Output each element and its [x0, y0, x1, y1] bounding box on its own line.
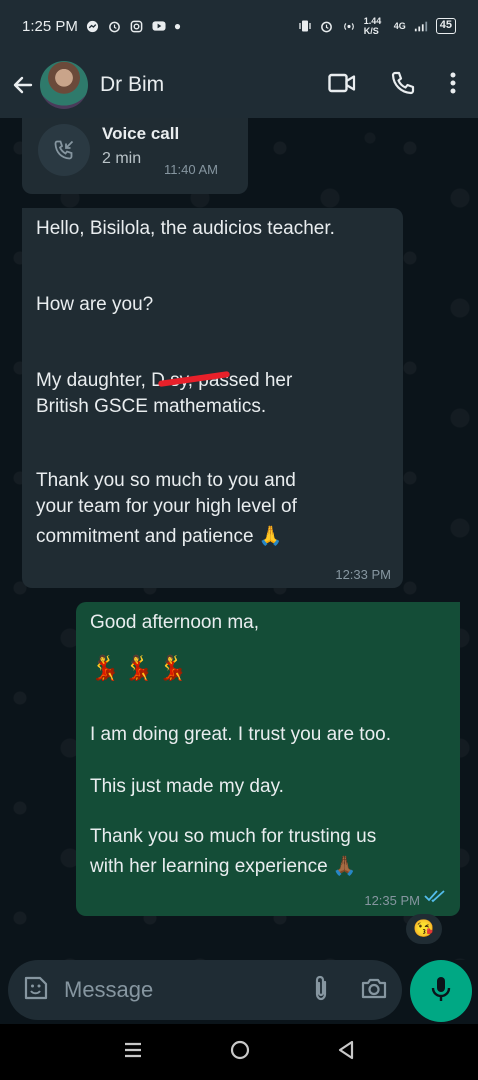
alarm-status-icon [320, 19, 334, 33]
contact-name[interactable]: Dr Bim [100, 73, 164, 97]
reaction-badge[interactable]: 😘 [406, 914, 442, 944]
network-type: 4G [393, 21, 406, 31]
message-line: I am doing great. I trust you are too. [90, 724, 391, 745]
message-input[interactable] [64, 977, 274, 1003]
outgoing-message[interactable]: Good afternoon ma, 💃 💃 💃 I am doing grea… [76, 602, 460, 916]
message-line: Good afternoon ma, [90, 612, 259, 633]
message-line: Hello, Bisilola, the audicios teacher. [36, 218, 335, 239]
camera-icon[interactable] [360, 976, 388, 1005]
video-call-icon[interactable] [328, 72, 356, 99]
missed-call-icon [38, 124, 90, 176]
notification-dot-icon: ● [173, 19, 182, 33]
dancer-emoji-row: 💃 💃 💃 [90, 654, 188, 683]
dancer-icon: 💃 [90, 655, 120, 682]
message-input-bar [0, 960, 478, 1024]
recent-apps-icon[interactable] [123, 1041, 143, 1064]
chat-header: Dr Bim [0, 52, 478, 118]
microphone-icon [430, 975, 452, 1008]
message-line: your team for your high level of [36, 496, 297, 517]
call-title: Voice call [102, 124, 180, 143]
call-time: 11:40 AM [164, 162, 218, 177]
message-time: 12:33 PM [335, 567, 391, 582]
call-duration: 2 min [102, 150, 142, 167]
signal-icon [414, 19, 428, 33]
dancer-icon: 💃 [123, 655, 154, 682]
message-line: British GSCE mathematics. [36, 396, 267, 417]
dancer-icon: 💃 [157, 655, 188, 682]
microphone-button[interactable] [410, 960, 472, 1022]
back-nav-icon[interactable] [337, 1040, 355, 1065]
message-line: commitment and patience 🙏 [36, 526, 283, 547]
status-bar: 1:25 PM ● 1.44 K/S 4G 45 [0, 0, 478, 52]
youtube-icon [152, 19, 166, 33]
chat-area[interactable]: Voice call 2 min 11:40 AM Hello, Bisilol… [0, 118, 478, 960]
message-line: This just made my day. [90, 776, 284, 797]
vibrate-icon [298, 19, 312, 33]
back-arrow-icon[interactable] [10, 72, 36, 98]
message-line: with her learning experience 🙏🏾 [90, 856, 357, 877]
hotspot-icon [342, 19, 356, 33]
phone-call-icon[interactable] [390, 70, 416, 101]
voice-call-log[interactable]: Voice call 2 min 11:40 AM [22, 118, 248, 194]
home-icon[interactable] [229, 1039, 251, 1066]
message-line: How are you? [36, 294, 154, 315]
sticker-icon[interactable] [22, 974, 50, 1007]
attach-icon[interactable] [312, 974, 330, 1007]
system-nav-bar [0, 1024, 478, 1080]
message-input-pill [8, 960, 402, 1020]
net-speed: 1.44 K/S [363, 16, 382, 36]
more-options-icon[interactable] [450, 71, 456, 100]
instagram-icon [130, 19, 144, 33]
battery-level: 45 [435, 18, 456, 34]
read-ticks-icon [424, 889, 446, 908]
message-time: 12:35 PM [364, 893, 420, 908]
message-line: Thank you so much to you and [36, 470, 296, 491]
alarm-icon [108, 19, 122, 33]
avatar[interactable] [40, 61, 88, 109]
status-time: 1:25 PM [22, 17, 78, 35]
message-line: Thank you so much for trusting us [90, 826, 377, 847]
incoming-message[interactable]: Hello, Bisilola, the audicios teacher. H… [22, 208, 403, 588]
messenger-icon [86, 19, 100, 33]
